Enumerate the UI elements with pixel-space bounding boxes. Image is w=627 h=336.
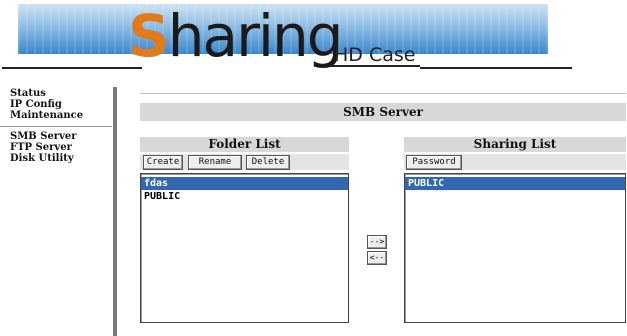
folder-item-fdas[interactable]: fdas <box>141 177 348 190</box>
header-banner: Sharing HD Case <box>0 0 627 78</box>
folder-item-public[interactable]: PUBLIC <box>141 190 348 203</box>
banner-divider-left <box>2 67 142 69</box>
create-button[interactable]: Create <box>143 155 183 170</box>
logo-initial: S <box>128 2 170 70</box>
delete-button[interactable]: Delete <box>246 155 290 170</box>
nav-status[interactable]: Status <box>10 88 110 99</box>
nav-smb-server[interactable]: SMB Server <box>10 131 110 142</box>
sharing-logo: Sharing <box>128 6 344 66</box>
content-top-rule <box>140 93 626 94</box>
remove-from-sharing-button[interactable]: <-- <box>367 251 387 265</box>
sharing-item-public[interactable]: PUBLIC <box>405 177 625 190</box>
sidebar-nav: Status IP Config Maintenance SMB Server … <box>0 88 112 164</box>
page-title: SMB Server <box>140 103 626 121</box>
logo-rest: haring <box>167 2 344 70</box>
sharing-list-title: Sharing List <box>404 137 626 152</box>
add-to-sharing-button[interactable]: --> <box>367 235 387 249</box>
nav-separator <box>0 126 112 127</box>
nav-ip-config[interactable]: IP Config <box>10 99 110 110</box>
nav-ftp-server[interactable]: FTP Server <box>10 142 110 153</box>
rename-button[interactable]: Rename <box>188 155 242 170</box>
folder-list-title: Folder List <box>140 137 349 152</box>
banner-divider-right <box>420 67 572 69</box>
sharing-list-toolbar: Password <box>404 154 626 170</box>
password-button[interactable]: Password <box>406 155 462 170</box>
nav-disk-utility[interactable]: Disk Utility <box>10 153 110 164</box>
folder-list-box[interactable]: fdas PUBLIC <box>140 173 349 323</box>
banner-subtitle-underline <box>330 65 420 67</box>
sharing-list-box[interactable]: PUBLIC <box>404 173 626 323</box>
nav-maintenance[interactable]: Maintenance <box>10 110 110 121</box>
banner-subtitle: HD Case <box>334 44 416 66</box>
sidebar-divider <box>113 87 117 336</box>
folder-list-toolbar: Create Rename Delete <box>140 154 349 170</box>
